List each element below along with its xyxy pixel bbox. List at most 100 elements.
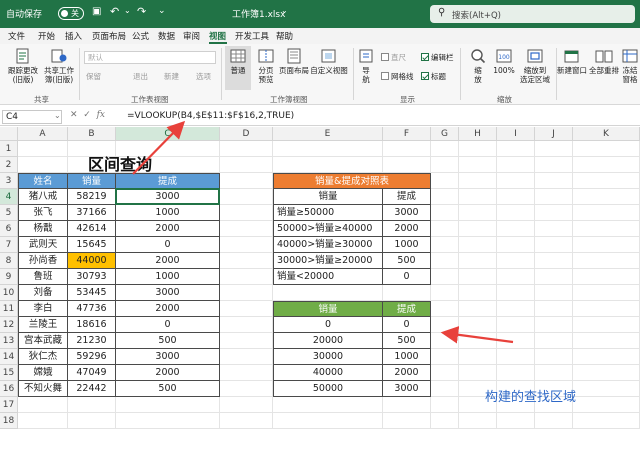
main-table-cell[interactable]: 2000	[116, 301, 220, 317]
enter-icon[interactable]: ✓	[83, 110, 91, 120]
row-header-5[interactable]: 5	[0, 205, 18, 221]
reference-table-cell[interactable]: 0	[383, 269, 431, 285]
lookup-table-header[interactable]: 销量	[273, 301, 383, 317]
row-header-12[interactable]: 12	[0, 317, 18, 333]
main-table-cell[interactable]: 42614	[68, 221, 116, 237]
row-header-13[interactable]: 13	[0, 333, 18, 349]
gridlines-check[interactable]	[381, 72, 389, 80]
lookup-table-cell[interactable]: 2000	[383, 365, 431, 381]
row-header-18[interactable]: 18	[0, 413, 18, 429]
redo-icon[interactable]: ↷	[137, 5, 146, 18]
row-header-16[interactable]: 16	[0, 381, 18, 397]
name-box[interactable]: C4	[2, 110, 62, 124]
reference-table-cell[interactable]: 30000>销量≥20000	[273, 253, 383, 269]
formula-bar-check[interactable]	[421, 53, 429, 61]
main-table-cell[interactable]: 1000	[116, 269, 220, 285]
lookup-table-cell[interactable]: 500	[383, 333, 431, 349]
main-table-header[interactable]: 姓名	[18, 173, 68, 189]
main-table-cell[interactable]: 杨戬	[18, 221, 68, 237]
column-header-c[interactable]: C	[116, 127, 220, 141]
main-table-cell[interactable]: 3000	[116, 285, 220, 301]
column-header-i[interactable]: I	[497, 127, 535, 141]
gridlines-checkbox[interactable]: 网格线	[381, 71, 414, 82]
main-table-cell[interactable]: 22442	[68, 381, 116, 397]
main-table-cell[interactable]: 猪八戒	[18, 189, 68, 205]
navigation-button[interactable]: 导航	[357, 48, 375, 84]
tab-help[interactable]: 帮助	[276, 30, 293, 42]
reference-table-cell[interactable]: 1000	[383, 237, 431, 253]
main-table-cell[interactable]: 47736	[68, 301, 116, 317]
name-box-dropdown-icon[interactable]: ⌄	[54, 111, 61, 120]
row-header-1[interactable]: 1	[0, 141, 18, 157]
lookup-table-cell[interactable]: 0	[383, 317, 431, 333]
main-table-cell[interactable]: 孙尚香	[18, 253, 68, 269]
ruler-checkbox[interactable]: 直尺	[381, 52, 406, 63]
reference-table-cell[interactable]: 3000	[383, 205, 431, 221]
row-header-8[interactable]: 8	[0, 253, 18, 269]
main-table-cell[interactable]: 37166	[68, 205, 116, 221]
share-workbook-button[interactable]: 共享工作 簿(旧版)	[42, 48, 76, 84]
tab-file[interactable]: 文件	[8, 30, 25, 42]
reference-table-cell[interactable]: 40000>销量≥30000	[273, 237, 383, 253]
lookup-table-cell[interactable]: 3000	[383, 381, 431, 397]
main-table-header[interactable]: 提成	[116, 173, 220, 189]
sheet-view-dropdown[interactable]: 默认	[84, 51, 216, 64]
tab-data[interactable]: 数据	[158, 30, 175, 42]
page-break-preview-button[interactable]: 分页 预览	[254, 48, 278, 84]
main-table-cell[interactable]: 狄仁杰	[18, 349, 68, 365]
reference-table-header[interactable]: 销量	[273, 189, 383, 205]
row-header-10[interactable]: 10	[0, 285, 18, 301]
tab-developer[interactable]: 开发工具	[235, 30, 269, 42]
main-table-cell[interactable]: 张飞	[18, 205, 68, 221]
main-table-cell[interactable]: 0	[116, 317, 220, 333]
main-table-cell[interactable]: 15645	[68, 237, 116, 253]
row-header-4[interactable]: 4	[0, 189, 18, 205]
column-header-a[interactable]: A	[18, 127, 68, 141]
insert-function-icon[interactable]: fx	[97, 110, 105, 120]
row-header-9[interactable]: 9	[0, 269, 18, 285]
track-changes-button[interactable]: 跟踪更改 (旧版)	[8, 48, 38, 84]
row-header-7[interactable]: 7	[0, 237, 18, 253]
lookup-table-cell[interactable]: 1000	[383, 349, 431, 365]
zoom-button[interactable]: 缩放	[466, 48, 490, 84]
ruler-check[interactable]	[381, 53, 389, 61]
main-table-cell[interactable]: 30793	[68, 269, 116, 285]
main-table-cell[interactable]: 21230	[68, 333, 116, 349]
main-table-cell[interactable]: 2000	[116, 365, 220, 381]
zoom-100-button[interactable]: 100 100%	[492, 48, 516, 75]
column-header-f[interactable]: F	[383, 127, 431, 141]
tab-page-layout[interactable]: 页面布局	[92, 30, 126, 42]
main-table-cell[interactable]: 武则天	[18, 237, 68, 253]
page-layout-button[interactable]: 页面布局	[279, 48, 309, 75]
main-table-cell[interactable]: 2000	[116, 221, 220, 237]
reference-table-cell[interactable]: 2000	[383, 221, 431, 237]
main-table-cell[interactable]: 刘备	[18, 285, 68, 301]
main-table-cell[interactable]: 44000	[68, 253, 116, 269]
autosave-toggle[interactable]: 关	[58, 7, 84, 20]
tab-view[interactable]: 视图	[209, 30, 226, 42]
main-table-cell[interactable]: 58219	[68, 189, 116, 205]
tab-review[interactable]: 审阅	[183, 30, 200, 42]
undo-dropdown-icon[interactable]: ⌄	[124, 6, 131, 15]
main-table-cell[interactable]: 47049	[68, 365, 116, 381]
main-table-cell[interactable]: 3000	[116, 349, 220, 365]
row-header-15[interactable]: 15	[0, 365, 18, 381]
main-table-cell[interactable]: 鲁班	[18, 269, 68, 285]
tab-formulas[interactable]: 公式	[132, 30, 149, 42]
new-window-button[interactable]: 新建窗口	[557, 48, 587, 75]
formula-input[interactable]: =VLOOKUP(B4,$E$11:$F$16,2,TRUE)	[127, 111, 294, 121]
select-all-corner[interactable]	[0, 127, 18, 141]
headings-checkbox[interactable]: 标题	[421, 71, 446, 82]
row-header-11[interactable]: 11	[0, 301, 18, 317]
main-table-cell[interactable]: 2000	[116, 253, 220, 269]
row-header-14[interactable]: 14	[0, 349, 18, 365]
customize-toolbar-icon[interactable]: ⌄	[158, 6, 166, 16]
custom-views-button[interactable]: 自定义视图	[310, 48, 348, 75]
main-table-cell[interactable]: 宫本武藏	[18, 333, 68, 349]
main-table-cell[interactable]: 不知火舞	[18, 381, 68, 397]
lookup-table-cell[interactable]: 20000	[273, 333, 383, 349]
cancel-icon[interactable]: ✕	[70, 110, 78, 120]
main-table-header[interactable]: 销量	[68, 173, 116, 189]
reference-table-cell[interactable]: 500	[383, 253, 431, 269]
main-table-cell[interactable]: 59296	[68, 349, 116, 365]
